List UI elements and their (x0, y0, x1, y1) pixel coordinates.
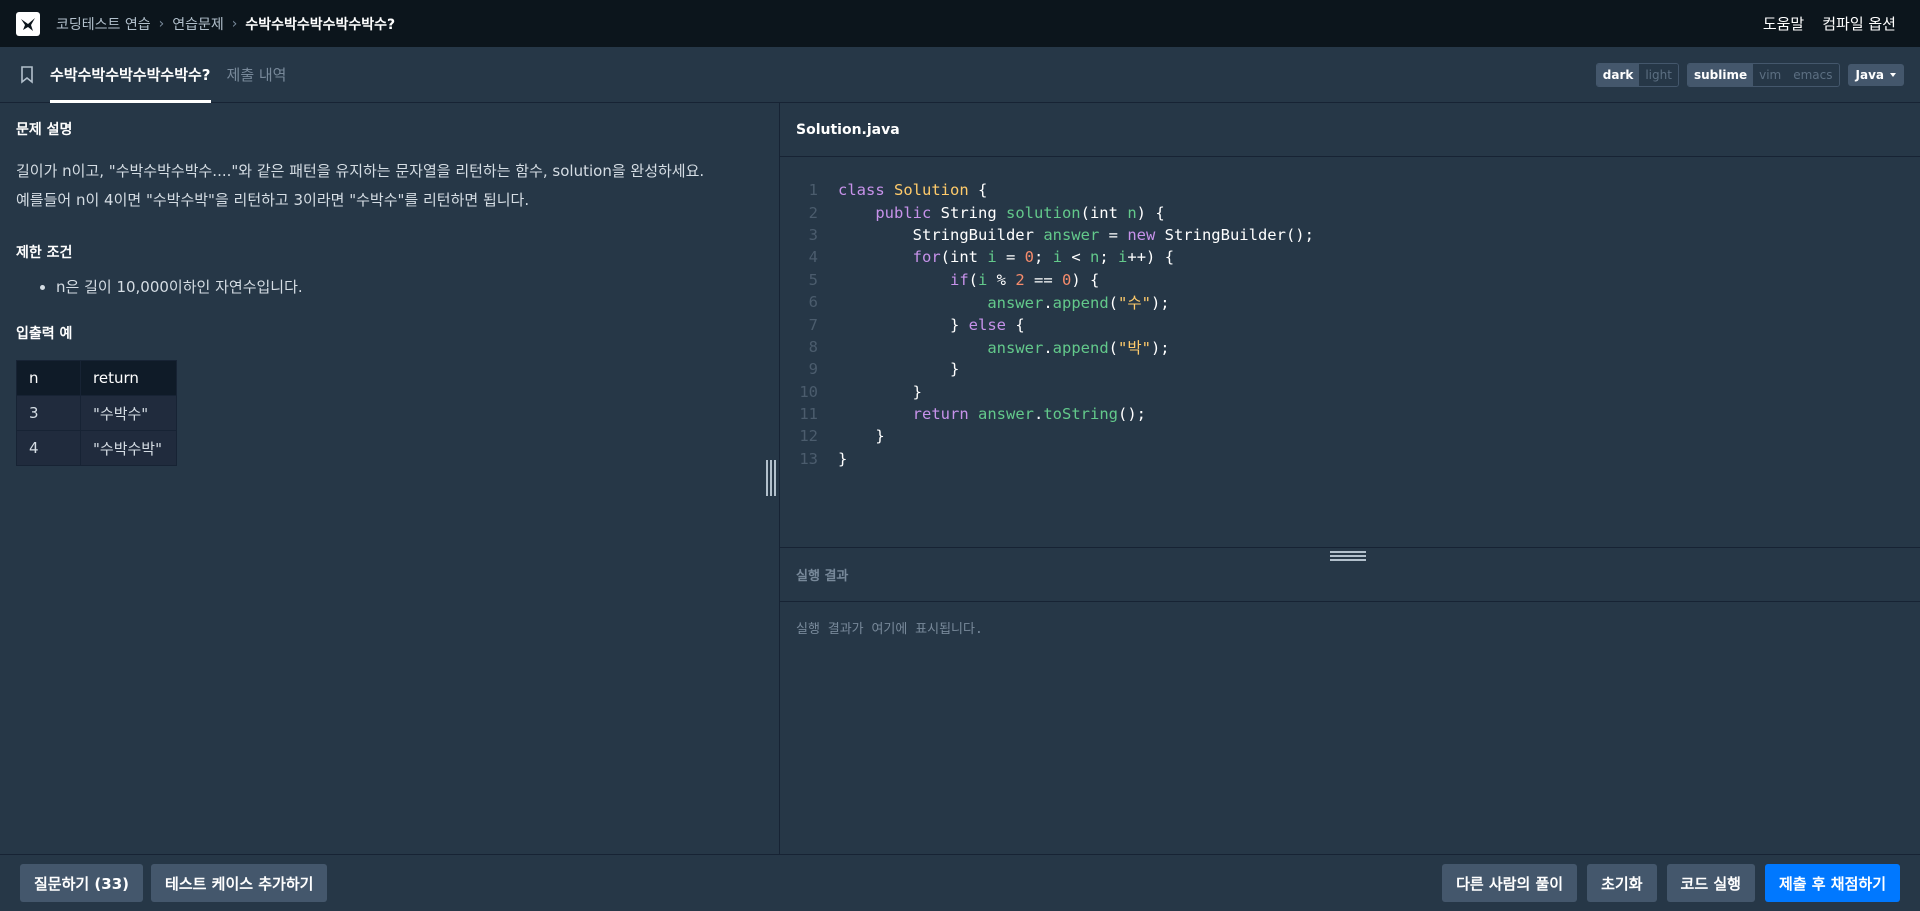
help-link[interactable]: 도움말 (1763, 13, 1804, 34)
tab-submissions[interactable]: 제출 내역 (227, 47, 287, 102)
compile-options-link[interactable]: 컴파일 옵션 (1822, 13, 1896, 34)
line-number: 1 (808, 181, 818, 200)
code-text: } else { (838, 315, 1025, 334)
breadcrumb-current-problem: 수박수박수박수박수박수? (245, 16, 396, 33)
breadcrumb: 코딩테스트 연습 › 연습문제 › 수박수박수박수박수박수? (56, 14, 395, 34)
code-line: 12 } (780, 425, 1920, 447)
result-title: 실행 결과 (780, 548, 1920, 602)
code-line: 11 return answer.toString(); (780, 403, 1920, 425)
code-line: 5 if(i % 2 == 0) { (780, 269, 1920, 291)
code-text: } (838, 427, 885, 446)
table-row: 4 "수박수박" (16, 430, 177, 466)
limit-item: n은 길이 10,000이하인 자연수입니다. (56, 276, 763, 297)
others-solutions-button[interactable]: 다른 사람의 풀이 (1442, 864, 1578, 902)
table-cell: "수박수" (80, 395, 177, 431)
code-line: 9 } (780, 358, 1920, 380)
code-line: 8 answer.append("박"); (780, 336, 1920, 358)
chevron-right-icon: › (231, 15, 238, 32)
line-number: 4 (808, 248, 818, 267)
code-text: answer.append("수"); (987, 294, 1170, 313)
bookmark-icon[interactable] (20, 47, 36, 102)
keymap-toggle: sublime vim emacs (1686, 62, 1840, 87)
code-text: answer.append("박"); (987, 338, 1170, 357)
line-number: 12 (799, 427, 818, 446)
tab-problem[interactable]: 수박수박수박수박수박수? (50, 47, 211, 103)
code-line: 4 for(int i = 0; i < n; i++) { (780, 246, 1920, 268)
problem-description-panel: 문제 설명 길이가 n이고, "수박수박수박수...."와 같은 패턴을 유지하… (0, 103, 779, 854)
limits-title: 제한 조건 (16, 245, 73, 261)
line-number: 5 (808, 270, 818, 289)
keymap-vim-button[interactable]: vim (1753, 63, 1788, 86)
code-line: 6 answer.append("수"); (780, 291, 1920, 313)
theme-light-button[interactable]: light (1639, 63, 1678, 86)
ask-question-button[interactable]: 질문하기 (33) (20, 864, 144, 902)
problem-description: 길이가 n이고, "수박수박수박수...."와 같은 패턴을 유지하는 문자열을… (16, 157, 763, 215)
code-line: 10 } (780, 381, 1920, 403)
code-text: StringBuilder answer = new StringBuilder… (838, 225, 1314, 244)
description-line: 예를들어 n이 4이면 "수박수박"을 리턴하고 3이라면 "수박수"를 리턴하… (16, 191, 530, 209)
code-line: 13} (780, 448, 1920, 470)
code-line: 2 public String solution(int n) { (780, 201, 1920, 223)
io-example-title: 입출력 예 (16, 326, 73, 342)
result-output: 실행 결과가 여기에 표시됩니다. (796, 622, 983, 637)
code-line: 3 StringBuilder answer = new StringBuild… (780, 224, 1920, 246)
editor-filename: Solution.java (780, 103, 1920, 157)
language-dropdown[interactable]: Java (1847, 63, 1904, 86)
table-row: 3 "수박수" (16, 395, 177, 431)
code-line: 1 class Solution { (780, 179, 1920, 201)
caret-down-icon (1890, 72, 1896, 77)
breadcrumb-practice[interactable]: 연습문제 (172, 14, 224, 34)
line-number: 8 (808, 337, 818, 356)
line-number: 6 (808, 293, 818, 312)
line-number: 13 (799, 449, 818, 468)
add-testcase-button[interactable]: 테스트 케이스 추가하기 (151, 864, 328, 902)
description-line: 길이가 n이고, "수박수박수박수...."와 같은 패턴을 유지하는 문자열을… (16, 162, 705, 180)
keymap-emacs-button[interactable]: emacs (1787, 63, 1839, 86)
code-text: } (838, 360, 960, 379)
execution-result-panel: 실행 결과 실행 결과가 여기에 표시됩니다. (780, 547, 1920, 854)
line-number: 7 (808, 315, 818, 334)
column-header-return: return (80, 360, 177, 396)
table-cell: 4 (16, 430, 81, 466)
theme-dark-button[interactable]: dark (1596, 63, 1640, 86)
code-text: } (838, 449, 848, 468)
io-example-table: n return 3 "수박수" 4 "수박수박" (16, 360, 177, 466)
line-number: 2 (808, 203, 818, 222)
language-label: Java (1855, 67, 1884, 82)
chevron-right-icon: › (158, 15, 165, 32)
keymap-sublime-button[interactable]: sublime (1687, 63, 1754, 86)
line-number: 10 (799, 382, 818, 401)
code-line: 7 } else { (780, 313, 1920, 335)
line-number: 3 (808, 225, 818, 244)
code-text: } (838, 382, 922, 401)
limits-list: n은 길이 10,000이하인 자연수입니다. (16, 276, 763, 297)
table-header-row: n return (16, 360, 177, 396)
table-cell: 3 (16, 395, 81, 431)
theme-toggle: dark light (1595, 62, 1679, 87)
code-text: for(int i = 0; i < n; i++) { (912, 248, 1175, 267)
reset-button[interactable]: 초기화 (1587, 864, 1657, 902)
submit-button[interactable]: 제출 후 채점하기 (1764, 864, 1900, 902)
column-header-n: n (16, 360, 81, 396)
programmers-logo-icon[interactable] (16, 11, 40, 36)
line-number: 9 (808, 360, 818, 379)
code-text: public String solution(int n) { (875, 203, 1165, 222)
code-editor[interactable]: 1 class Solution { 2 public String soluti… (780, 157, 1920, 470)
problem-title: 문제 설명 (16, 122, 73, 138)
code-text: return answer.toString(); (912, 405, 1146, 424)
breadcrumb-coding-test[interactable]: 코딩테스트 연습 (56, 14, 151, 34)
vertical-resize-handle[interactable] (766, 460, 776, 496)
top-navigation-bar: 코딩테스트 연습 › 연습문제 › 수박수박수박수박수박수? 도움말 컴파일 옵… (0, 0, 1920, 47)
run-code-button[interactable]: 코드 실행 (1666, 864, 1755, 902)
bottom-action-bar: 질문하기 (33) 테스트 케이스 추가하기 다른 사람의 풀이 초기화 코드 … (0, 854, 1920, 911)
table-cell: "수박수박" (80, 430, 177, 466)
code-text: class Solution { (838, 181, 988, 200)
line-number: 11 (799, 405, 818, 424)
code-text: if(i % 2 == 0) { (949, 270, 1100, 289)
code-editor-panel: Solution.java 1 class Solution { 2 public… (780, 103, 1920, 547)
problem-tab-bar: 수박수박수박수박수박수? 제출 내역 dark light sublime vi… (0, 47, 1920, 103)
